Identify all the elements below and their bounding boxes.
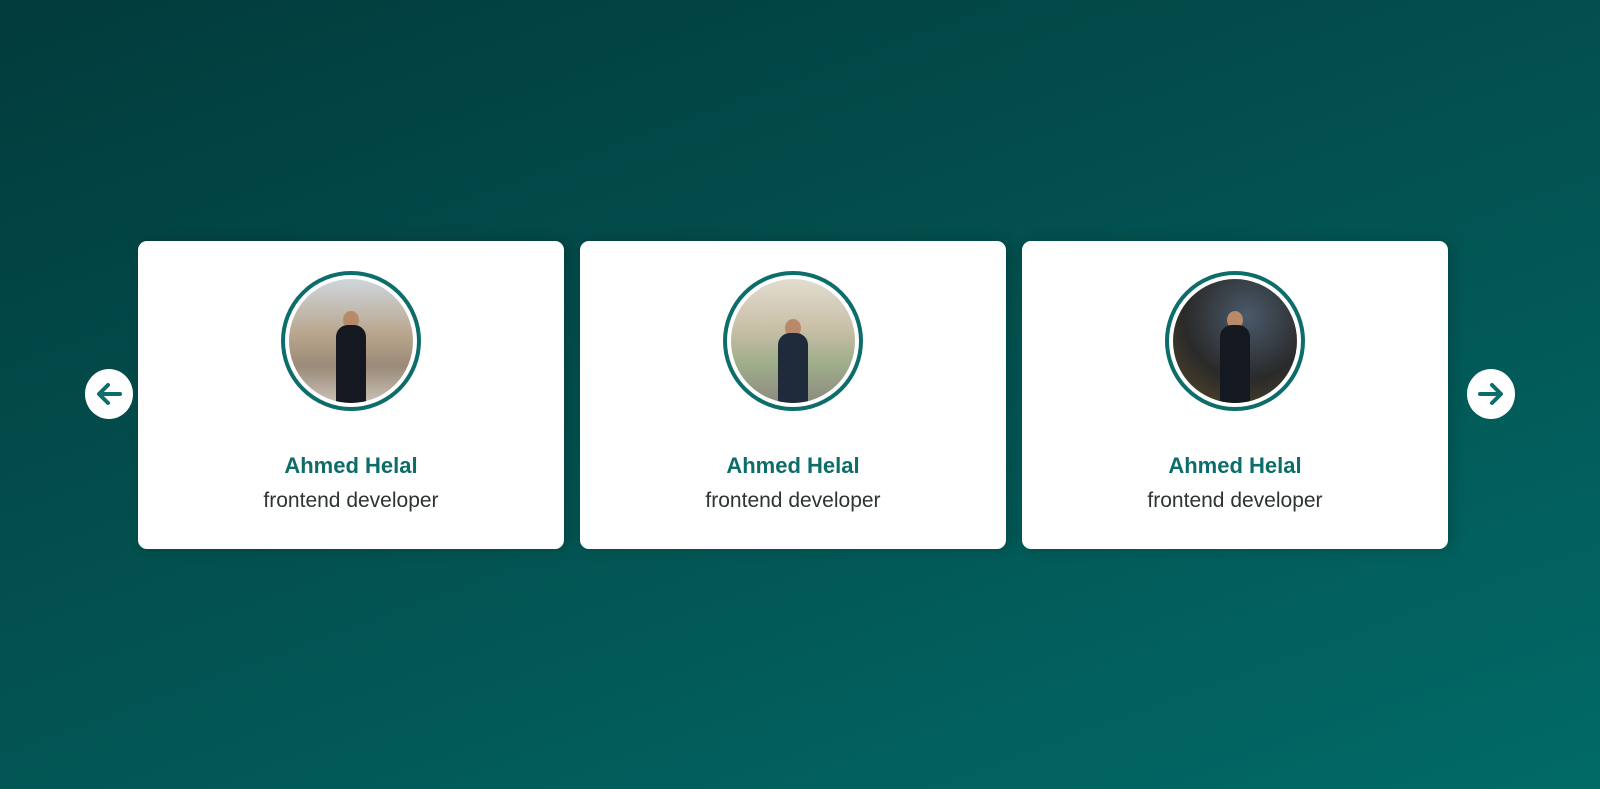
next-button[interactable] [1467,369,1515,419]
profile-role: frontend developer [1147,489,1323,512]
avatar [281,271,421,411]
prev-button[interactable] [85,369,133,419]
profile-role: frontend developer [263,489,439,512]
arrow-left-icon [97,383,122,405]
profile-card: Ahmed Helal frontend developer [580,241,1006,549]
profile-card: Ahmed Helal frontend developer [138,241,564,549]
profile-photo [289,279,413,403]
profile-photo [1173,279,1297,403]
avatar [1165,271,1305,411]
profile-name: Ahmed Helal [726,453,860,478]
profile-name: Ahmed Helal [284,453,418,478]
profile-photo [731,279,855,403]
profile-card: Ahmed Helal frontend developer [1022,241,1448,549]
team-slider: Ahmed Helal frontend developer Ahmed Hel… [0,0,1600,789]
arrow-right-icon [1478,383,1503,405]
card-track: Ahmed Helal frontend developer Ahmed Hel… [138,241,1448,549]
profile-role: frontend developer [705,489,881,512]
profile-name: Ahmed Helal [1168,453,1302,478]
avatar [723,271,863,411]
